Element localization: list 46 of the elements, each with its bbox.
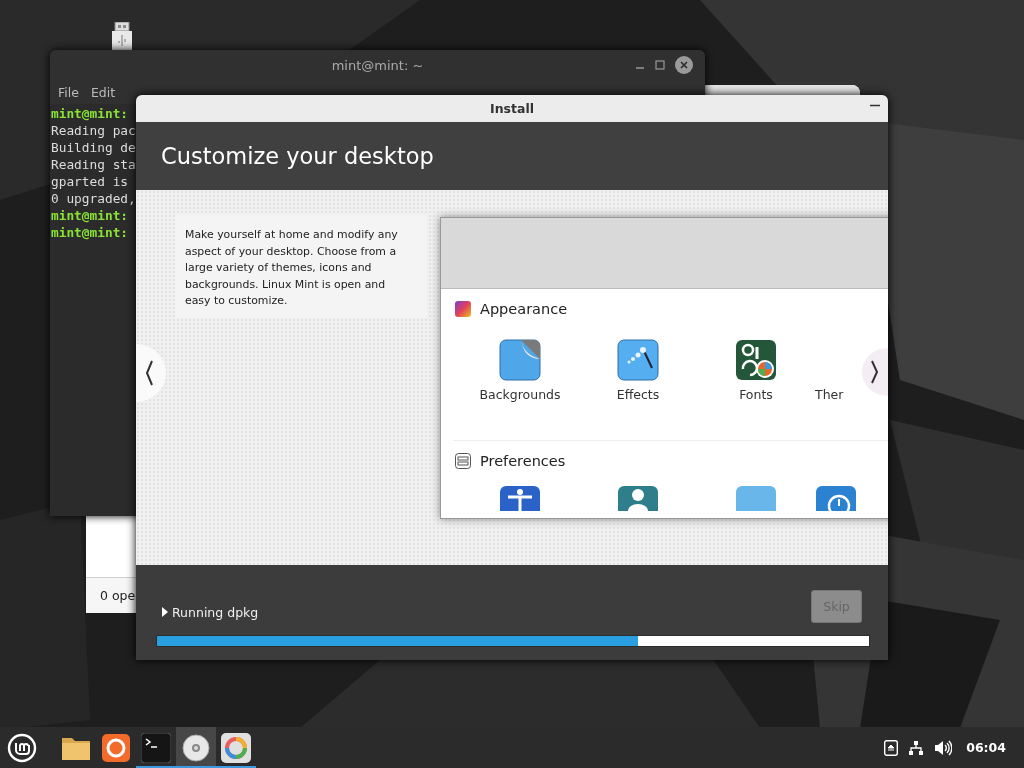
clock-icon[interactable]	[815, 485, 857, 511]
eject-icon[interactable]	[884, 739, 899, 756]
window-title: mint@mint: ~	[331, 57, 424, 73]
terminal-prompt: mint@mint:	[51, 224, 129, 241]
item-label: Ther	[815, 387, 844, 402]
status-text: Running dpkg	[172, 604, 259, 620]
terminal-prompt: mint@mint:	[51, 207, 129, 224]
section-title: Appearance	[480, 301, 568, 317]
menu-item[interactable]: File	[52, 84, 85, 100]
terminal-prompt: mint@mint:	[51, 105, 129, 122]
mint-logo-icon	[7, 732, 37, 763]
item-label: Backgrounds	[479, 387, 561, 402]
wand-icon[interactable]	[617, 339, 659, 381]
page-heading: Customize your desktop	[161, 143, 434, 169]
description-text: Make yourself at home and modify any aspect of your desktop. Choose from a large variety of themes, icons and backgrounds. Linux Mint is open and easy to customize.	[175, 215, 427, 318]
terminal-line: Building de	[51, 139, 136, 156]
terminal-line: Reading pac	[51, 122, 136, 139]
expander-icon[interactable]	[162, 607, 168, 617]
terminal-icon	[141, 732, 171, 763]
disc-icon	[182, 733, 210, 762]
volume-icon[interactable]	[934, 739, 953, 756]
previous-arrow[interactable]	[136, 344, 168, 402]
terminal-line: gparted is	[51, 173, 129, 190]
maximize-icon[interactable]	[655, 60, 665, 70]
network-icon[interactable]	[908, 739, 925, 756]
status-text: 0 ope	[100, 588, 136, 603]
wallpaper-icon[interactable]	[499, 339, 541, 381]
terminal-line: Reading sta	[51, 156, 136, 173]
font-icon[interactable]	[735, 339, 777, 381]
item-label: Effects	[616, 387, 660, 402]
menu-item[interactable]: Edit	[84, 84, 122, 100]
terminal-line: 0 upgraded,	[51, 190, 136, 207]
minimize-icon[interactable]	[870, 104, 880, 107]
installer-icon	[221, 732, 251, 763]
section-title: Preferences	[480, 453, 566, 469]
user-icon[interactable]	[617, 485, 659, 511]
person-icon[interactable]	[499, 485, 541, 511]
close-icon[interactable]	[675, 56, 693, 74]
settings-icon	[455, 453, 471, 469]
clock[interactable]: 06:04	[966, 740, 1006, 755]
taskbar-button[interactable]	[176, 727, 216, 768]
item-label: Fonts	[739, 387, 773, 402]
window-title: Install	[490, 101, 534, 116]
browser-icon	[102, 733, 130, 762]
usb-drive-icon[interactable]	[112, 22, 132, 50]
palette-icon	[455, 301, 471, 317]
